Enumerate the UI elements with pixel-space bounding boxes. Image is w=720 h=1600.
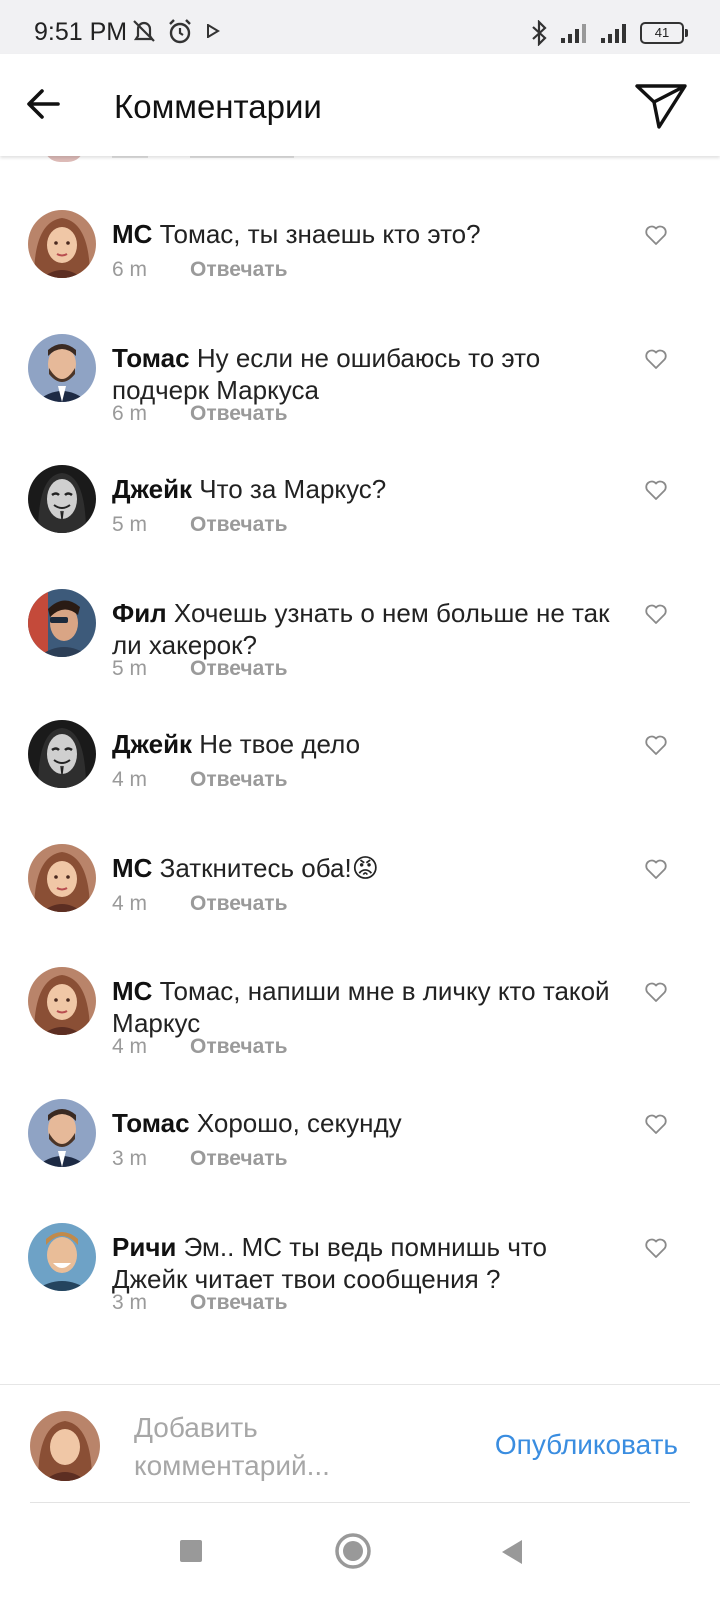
comment-username[interactable]: МС xyxy=(112,853,152,883)
comment-body: Заткнитесь оба!😡 xyxy=(152,853,379,883)
arrow-left-icon[interactable] xyxy=(22,82,66,126)
heart-icon[interactable] xyxy=(644,603,668,625)
avatar[interactable] xyxy=(28,720,96,788)
reply-button[interactable]: Отвечать xyxy=(190,1291,287,1314)
reply-button[interactable]: Отвечать xyxy=(190,513,287,536)
comment-text: Фил Хочешь узнать о нем больше не так ли… xyxy=(112,597,622,661)
comment-list[interactable]: МС Томас, ты знаешь кто это? 6 m Отвечать Т… xyxy=(0,156,720,1384)
partial-comment xyxy=(0,156,720,170)
signal-icon xyxy=(561,24,586,43)
comment-meta: 6 m Отвечать xyxy=(112,258,287,282)
comment-meta: 4 m Отвечать xyxy=(112,892,287,916)
comment-body: Томас, напиши мне в личку кто такой Марк… xyxy=(112,976,610,1038)
comment-body: Хочешь узнать о нем больше не так ли хак… xyxy=(112,598,610,660)
avatar xyxy=(30,1411,100,1481)
paper-plane-icon[interactable] xyxy=(634,80,688,130)
heart-icon[interactable] xyxy=(644,479,668,501)
reply-button[interactable]: Отвечать xyxy=(190,1147,287,1170)
heart-icon[interactable] xyxy=(644,734,668,756)
reply-button[interactable]: Отвечать xyxy=(190,892,287,915)
heart-icon[interactable] xyxy=(644,1237,668,1259)
heart-icon[interactable] xyxy=(644,348,668,370)
comment-text: МС Томас, ты знаешь кто это? xyxy=(112,218,622,250)
comment-meta: 4 m Отвечать xyxy=(112,1035,287,1059)
battery-icon: 41 xyxy=(640,22,688,44)
avatar[interactable] xyxy=(28,844,96,912)
home-button[interactable] xyxy=(334,1532,372,1570)
comment-composer: Добавить комментарий... Опубликовать xyxy=(0,1384,720,1505)
recents-button[interactable] xyxy=(178,1538,204,1564)
page-title: Комментарии xyxy=(114,88,322,125)
alarm-icon xyxy=(169,19,191,44)
reply-button[interactable]: Отвечать xyxy=(190,258,287,281)
signal-icon xyxy=(601,24,626,43)
comment-body: Эм.. МС ты ведь помнишь что Джейк читает… xyxy=(112,1232,547,1294)
bluetooth-icon xyxy=(532,20,547,46)
comment-username[interactable]: Ричи xyxy=(112,1232,176,1262)
muted-notification-icon xyxy=(133,20,155,42)
comment-username[interactable]: Томас xyxy=(112,1108,190,1138)
back-button[interactable] xyxy=(498,1538,526,1566)
comment-meta: 4 m Отвечать xyxy=(112,768,287,792)
comment-text: МС Томас, напиши мне в личку кто такой М… xyxy=(112,975,622,1039)
comment-time: 6 m xyxy=(112,402,148,425)
comment-username[interactable]: Томас xyxy=(112,343,190,373)
avatar[interactable] xyxy=(28,1223,96,1291)
comment-time: 4 m xyxy=(112,1035,148,1058)
play-icon xyxy=(207,24,220,38)
avatar[interactable] xyxy=(28,589,96,657)
avatar[interactable] xyxy=(28,334,96,402)
header: Комментарии xyxy=(0,54,720,156)
status-right-icons: 41 xyxy=(530,20,688,46)
comment-time: 3 m xyxy=(112,1291,148,1314)
comment-username[interactable]: МС xyxy=(112,976,152,1006)
comment-time: 5 m xyxy=(112,657,148,680)
avatar[interactable] xyxy=(28,1099,96,1167)
avatar[interactable] xyxy=(28,210,96,278)
comment-time: 6 m xyxy=(112,258,148,281)
reply-button[interactable]: Отвечать xyxy=(190,402,287,425)
comment-body: Томас, ты знаешь кто это? xyxy=(152,219,481,249)
comment-meta: 5 m Отвечать xyxy=(112,513,287,537)
status-bar: 9:51 PM 41 xyxy=(0,0,720,54)
comment-username[interactable]: МС xyxy=(112,219,152,249)
divider xyxy=(30,1502,690,1503)
publish-button[interactable]: Опубликовать xyxy=(495,1429,678,1461)
comment-body: Хорошо, секунду xyxy=(189,1108,402,1138)
comment-time: 4 m xyxy=(112,892,148,915)
comment-meta: 5 m Отвечать xyxy=(112,657,287,681)
comment-text: Джейк Что за Маркус? xyxy=(112,473,622,505)
comment-meta: 3 m Отвечать xyxy=(112,1291,287,1315)
comment-text: Джейк Не твое дело xyxy=(112,728,622,760)
comment-username[interactable]: Джейк xyxy=(112,474,192,504)
comment-text: Томас Ну если не ошибаюсь то это подчерк… xyxy=(112,342,622,406)
comment-body: Не твое дело xyxy=(192,729,361,759)
comment-username[interactable]: Фил xyxy=(112,598,167,628)
comment-input[interactable]: Добавить комментарий... xyxy=(134,1409,394,1485)
reply-button[interactable]: Отвечать xyxy=(190,768,287,791)
comment-meta: 6 m Отвечать xyxy=(112,402,287,426)
reply-button[interactable]: Отвечать xyxy=(190,1035,287,1058)
heart-icon[interactable] xyxy=(644,981,668,1003)
comment-text: Томас Хорошо, секунду xyxy=(112,1107,622,1139)
heart-icon[interactable] xyxy=(644,1113,668,1135)
comment-time: 3 m xyxy=(112,1147,148,1170)
comment-time: 4 m xyxy=(112,768,148,791)
comment-username[interactable]: Джейк xyxy=(112,729,192,759)
avatar[interactable] xyxy=(28,465,96,533)
comment-body: Что за Маркус? xyxy=(192,474,387,504)
comment-text: МС Заткнитесь оба!😡 xyxy=(112,852,622,884)
status-time: 9:51 PM xyxy=(34,18,128,46)
comment-text: Ричи Эм.. МС ты ведь помнишь что Джейк ч… xyxy=(112,1231,622,1295)
comment-time: 5 m xyxy=(112,513,148,536)
heart-icon[interactable] xyxy=(644,858,668,880)
comment-meta: 3 m Отвечать xyxy=(112,1147,287,1171)
avatar[interactable] xyxy=(28,967,96,1035)
reply-button[interactable]: Отвечать xyxy=(190,657,287,680)
navigation-bar xyxy=(0,1504,720,1600)
heart-icon[interactable] xyxy=(644,224,668,246)
